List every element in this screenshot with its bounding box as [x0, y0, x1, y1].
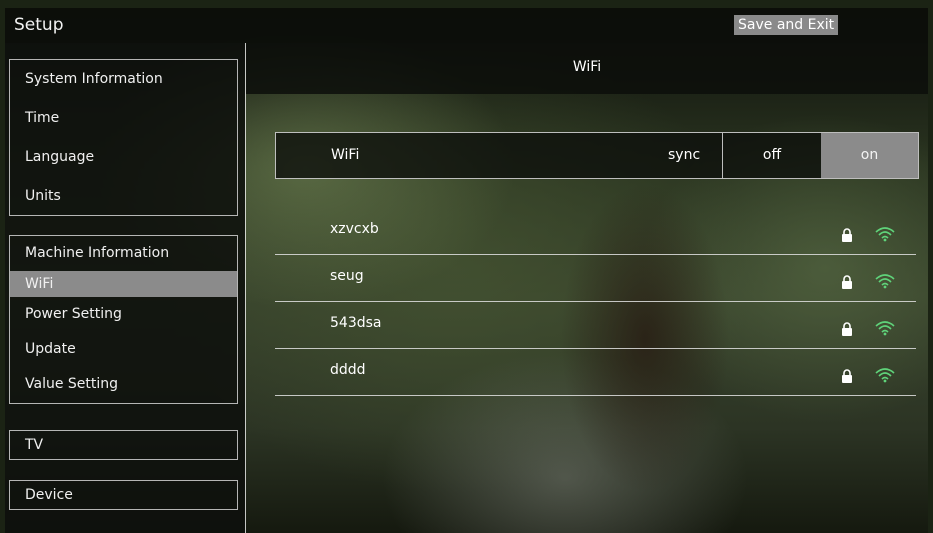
network-row-seug[interactable]: seug: [275, 255, 916, 302]
lock-icon: [842, 322, 852, 336]
wifi-signal-icon: [875, 227, 895, 242]
network-name: 543dsa: [330, 315, 382, 331]
sidebar-divider: [245, 43, 246, 533]
network-name: xzvcxb: [330, 221, 379, 237]
network-list: xzvcxb seug 543dsa dddd: [275, 208, 916, 396]
wifi-signal-icon: [875, 274, 895, 289]
sidebar-item-device[interactable]: Device: [10, 481, 237, 509]
sidebar-item-value-setting[interactable]: Value Setting: [10, 367, 237, 403]
wifi-signal-icon: [875, 368, 895, 383]
network-name: seug: [330, 268, 364, 284]
top-bar: Setup Save and Exit: [5, 8, 928, 43]
sidebar-group-tv: TV: [9, 430, 238, 460]
wifi-toggle-row: WiFi sync off on: [275, 132, 919, 179]
sidebar-item-wifi[interactable]: WiFi: [10, 271, 237, 297]
network-row-dddd[interactable]: dddd: [275, 349, 916, 396]
sidebar-group-device: Device: [9, 480, 238, 510]
wifi-on-button[interactable]: on: [821, 133, 918, 178]
sidebar-group-machine: Machine Information WiFi Power Setting U…: [9, 235, 238, 404]
sidebar-item-tv[interactable]: TV: [10, 431, 237, 459]
sidebar-item-system-information[interactable]: System Information: [10, 60, 237, 99]
save-and-exit-button[interactable]: Save and Exit: [734, 15, 839, 35]
sidebar: System Information Time Language Units M…: [5, 43, 245, 533]
setup-screen: Setup Save and Exit System Information T…: [5, 8, 928, 533]
wifi-toggle-label: WiFi: [331, 147, 360, 163]
sidebar-item-power-setting[interactable]: Power Setting: [10, 297, 237, 332]
panel-header: WiFi: [246, 43, 928, 94]
sidebar-item-units[interactable]: Units: [10, 177, 237, 215]
wifi-signal-icon: [875, 321, 895, 336]
wifi-off-button[interactable]: off: [722, 133, 821, 178]
network-name: dddd: [330, 362, 366, 378]
sidebar-group-system: System Information Time Language Units: [9, 59, 238, 216]
lock-icon: [842, 275, 852, 289]
sidebar-item-time[interactable]: Time: [10, 99, 237, 138]
sync-button[interactable]: sync: [668, 147, 700, 163]
sidebar-item-update[interactable]: Update: [10, 332, 237, 367]
sidebar-item-language[interactable]: Language: [10, 138, 237, 177]
network-row-xzvcxb[interactable]: xzvcxb: [275, 208, 916, 255]
network-row-543dsa[interactable]: 543dsa: [275, 302, 916, 349]
app-title: Setup: [14, 15, 64, 35]
lock-icon: [842, 369, 852, 383]
panel-title: WiFi: [572, 59, 602, 75]
lock-icon: [842, 228, 852, 242]
sidebar-item-machine-information[interactable]: Machine Information: [10, 236, 237, 271]
